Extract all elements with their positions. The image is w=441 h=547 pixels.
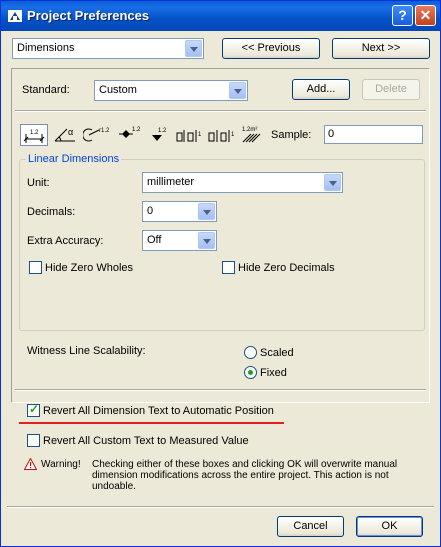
chevron-down-icon[interactable] — [229, 82, 246, 99]
divider — [7, 506, 434, 508]
radial-dimension-icon: r1.2 — [82, 128, 110, 142]
app-icon — [8, 10, 22, 22]
extra-accuracy-select-value: Off — [147, 234, 162, 246]
sample-label: Sample: — [271, 129, 312, 141]
area-dimension-tool[interactable]: 1.2m² — [240, 124, 268, 146]
angle-dimension-tool[interactable]: α — [53, 124, 79, 146]
svg-text:1.2: 1.2 — [158, 128, 167, 134]
decimals-select[interactable]: 0 — [142, 201, 217, 222]
unit-select[interactable]: millimeter — [142, 172, 343, 193]
project-preferences-dialog: Project Preferences ? ✕ Dimensions << Pr… — [0, 0, 441, 547]
cancel-button[interactable]: Cancel — [277, 516, 344, 537]
svg-text:1.2: 1.2 — [30, 130, 39, 136]
angle-dimension-icon: α — [54, 127, 75, 142]
witness-line-label: Witness Line Scalability: — [27, 345, 146, 357]
ok-button[interactable]: OK — [356, 516, 423, 537]
svg-text:1.2m²: 1.2m² — [242, 127, 257, 133]
standard-label: Standard: — [22, 84, 70, 96]
elevation-dimension-tool[interactable]: 1.2 — [148, 124, 170, 146]
svg-text:1: 1 — [198, 132, 202, 138]
svg-text:α: α — [68, 127, 73, 137]
chevron-down-icon[interactable] — [324, 174, 341, 191]
close-button[interactable]: ✕ — [415, 5, 436, 26]
revert-dimension-text-label: Revert All Dimension Text to Automatic P… — [43, 405, 274, 417]
divider — [15, 110, 426, 112]
elevation-dimension-icon: 1.2 — [152, 128, 167, 141]
svg-text:1.2: 1.2 — [132, 127, 141, 133]
linear-dimension-icon: 1.2 — [23, 130, 45, 143]
warning-title: Warning! — [41, 459, 81, 470]
hide-zero-wholes-checkbox[interactable] — [29, 261, 42, 274]
delete-button: Delete — [362, 79, 420, 100]
next-button[interactable]: Next >> — [332, 38, 430, 59]
linear-dimension-tool[interactable]: 1.2 — [20, 124, 48, 146]
svg-text:r1.2: r1.2 — [99, 128, 110, 134]
add-button[interactable]: Add... — [292, 79, 350, 100]
section-select-value: Dimensions — [17, 42, 75, 54]
warning-icon — [24, 458, 37, 470]
door-window-dimension-tool[interactable]: 1 — [175, 124, 205, 146]
sample-value: 0 — [328, 128, 335, 140]
title-bar[interactable]: Project Preferences ? ✕ — [1, 1, 440, 31]
help-button[interactable]: ? — [392, 5, 413, 26]
window-title: Project Preferences — [27, 8, 150, 23]
unit-label: Unit: — [27, 177, 50, 189]
area-dimension-icon: 1.2m² — [242, 127, 261, 143]
fixed-radio[interactable] — [244, 366, 257, 379]
divider — [15, 389, 426, 391]
hide-zero-decimals-checkbox[interactable] — [222, 261, 235, 274]
extra-accuracy-select[interactable]: Off — [142, 230, 217, 251]
standard-select[interactable]: Custom — [94, 80, 248, 101]
level-dimension-icon: 1.2 — [119, 127, 141, 138]
level-dimension-tool[interactable]: 1.2 — [118, 124, 142, 146]
svg-text:1: 1 — [231, 132, 235, 138]
linear-dimensions-title: Linear Dimensions — [26, 153, 122, 165]
hide-zero-wholes-label: Hide Zero Wholes — [45, 262, 134, 274]
hide-zero-decimals-label: Hide Zero Decimals — [238, 262, 335, 274]
section-select[interactable]: Dimensions — [12, 38, 204, 59]
scaled-radio[interactable] — [244, 346, 257, 359]
chevron-down-icon[interactable] — [198, 203, 215, 220]
radial-dimension-tool[interactable]: r1.2 — [82, 124, 113, 146]
scaled-label: Scaled — [260, 347, 294, 359]
fixed-label: Fixed — [260, 367, 287, 379]
decimals-label: Decimals: — [27, 206, 76, 218]
chevron-down-icon[interactable] — [198, 232, 215, 249]
chevron-down-icon[interactable] — [185, 40, 202, 57]
unit-select-value: millimeter — [147, 176, 195, 188]
revert-custom-text-checkbox[interactable] — [27, 434, 40, 447]
revert-dimension-text-checkbox[interactable] — [27, 402, 40, 417]
door-window-dimension-icon: 1 — [176, 130, 202, 142]
previous-button[interactable]: << Previous — [222, 38, 320, 59]
sill-height-tool[interactable]: 1 — [207, 124, 237, 146]
highlight-underline — [19, 422, 284, 424]
standard-select-value: Custom — [99, 84, 137, 96]
revert-custom-text-label: Revert All Custom Text to Measured Value — [43, 435, 249, 447]
decimals-select-value: 0 — [147, 205, 154, 217]
sample-field: 0 — [324, 125, 423, 144]
sill-height-icon: 1 — [208, 130, 235, 142]
warning-message: Checking either of these boxes and click… — [92, 459, 398, 492]
extra-accuracy-label: Extra Accuracy: — [27, 235, 104, 247]
